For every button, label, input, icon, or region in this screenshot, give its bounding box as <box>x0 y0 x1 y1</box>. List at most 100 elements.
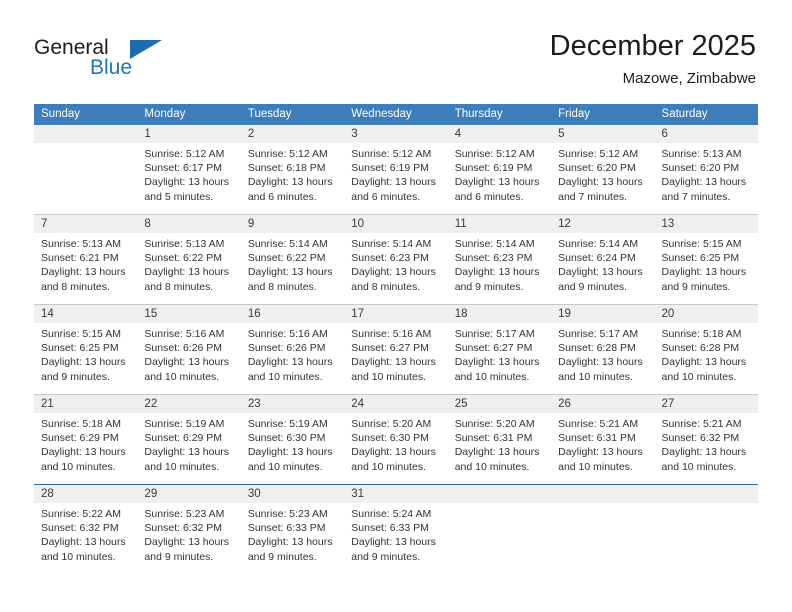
day-number[interactable]: 7 <box>34 215 138 233</box>
daylight-text-line2: and 10 minutes. <box>454 370 530 383</box>
sunrise-text: Sunrise: 5:14 AM <box>351 238 432 250</box>
day-number[interactable]: 23 <box>240 395 345 413</box>
day-number[interactable]: 22 <box>137 395 241 413</box>
sunset-text: Sunset: 6:32 PM <box>41 522 119 535</box>
daylight-text-line1: Daylight: 13 hours <box>247 266 333 279</box>
daylight-text-line1: Daylight: 13 hours <box>41 446 126 459</box>
day-number[interactable]: 30 <box>240 485 345 503</box>
day-number[interactable]: 4 <box>447 125 552 143</box>
day-number[interactable]: 10 <box>344 215 448 233</box>
sunrise-text: Sunrise: 5:16 AM <box>351 328 432 340</box>
daylight-text-line2: and 10 minutes. <box>661 460 737 473</box>
day-cell: Sunrise: 5:17 AM Sunset: 6:28 PM Dayligh… <box>551 323 654 394</box>
daylight-text-line2: and 6 minutes. <box>247 190 317 203</box>
day-number[interactable]: 5 <box>551 125 655 143</box>
sunset-text: Sunset: 6:29 PM <box>41 432 119 445</box>
day-number[interactable]: 29 <box>137 485 241 503</box>
sunrise-text: Sunrise: 5:21 AM <box>661 418 742 430</box>
week-daynumber-band: 7 8 9 10 11 12 13 <box>34 215 758 233</box>
day-number[interactable]: 27 <box>654 395 758 413</box>
day-cell: Sunrise: 5:13 AM Sunset: 6:21 PM Dayligh… <box>34 233 137 304</box>
day-number[interactable]: 24 <box>344 395 448 413</box>
day-cell: Sunrise: 5:17 AM Sunset: 6:27 PM Dayligh… <box>448 323 551 394</box>
day-cell: Sunrise: 5:21 AM Sunset: 6:32 PM Dayligh… <box>655 413 758 484</box>
sunrise-text: Sunrise: 5:20 AM <box>454 418 535 430</box>
sunset-text: Sunset: 6:24 PM <box>558 252 636 265</box>
day-number[interactable]: 6 <box>654 125 758 143</box>
daylight-text-line2: and 9 minutes. <box>247 550 317 563</box>
day-number[interactable]: 3 <box>344 125 448 143</box>
day-number[interactable]: 25 <box>447 395 552 413</box>
daylight-text-line2: and 10 minutes. <box>144 370 220 383</box>
sunrise-text: Sunrise: 5:13 AM <box>661 148 742 160</box>
sunset-text: Sunset: 6:32 PM <box>144 522 223 535</box>
day-number[interactable]: 2 <box>240 125 345 143</box>
general-blue-logo[interactable]: General Blue <box>34 36 214 88</box>
day-cell: Sunrise: 5:19 AM Sunset: 6:29 PM Dayligh… <box>137 413 240 484</box>
daylight-text-line1: Daylight: 13 hours <box>144 536 230 549</box>
daylight-text-line1: Daylight: 13 hours <box>351 266 436 279</box>
day-number[interactable]: 17 <box>344 305 448 323</box>
week-detail-band: Sunrise: 5:15 AM Sunset: 6:25 PM Dayligh… <box>34 323 758 394</box>
week-daynumber-band: 28 29 30 31 <box>34 485 758 503</box>
day-number[interactable]: 9 <box>240 215 345 233</box>
calendar-page: General Blue December 2025 Mazowe, Zimba… <box>0 0 792 612</box>
sunset-text: Sunset: 6:27 PM <box>454 342 533 355</box>
sunrise-text: Sunrise: 5:18 AM <box>661 328 742 340</box>
daylight-text-line2: and 9 minutes. <box>454 280 524 293</box>
day-number[interactable]: 15 <box>137 305 241 323</box>
daylight-text-line2: and 6 minutes. <box>351 190 421 203</box>
day-number[interactable]: 16 <box>240 305 345 323</box>
day-number[interactable]: 21 <box>34 395 138 413</box>
day-cell-empty <box>551 503 654 574</box>
sunset-text: Sunset: 6:18 PM <box>247 162 326 175</box>
day-number[interactable]: 8 <box>137 215 241 233</box>
calendar-grid: Sunday Monday Tuesday Wednesday Thursday… <box>34 104 758 574</box>
day-number[interactable]: 13 <box>654 215 758 233</box>
day-cell: Sunrise: 5:15 AM Sunset: 6:25 PM Dayligh… <box>655 233 758 304</box>
sunset-text: Sunset: 6:25 PM <box>661 252 740 265</box>
sunset-text: Sunset: 6:32 PM <box>661 432 740 445</box>
week-detail-band: Sunrise: 5:13 AM Sunset: 6:21 PM Dayligh… <box>34 233 758 304</box>
day-number[interactable]: 19 <box>551 305 655 323</box>
sunrise-text: Sunrise: 5:17 AM <box>558 328 639 340</box>
daylight-text-line2: and 7 minutes. <box>661 190 731 203</box>
weekday-header-saturday: Saturday <box>661 108 708 120</box>
day-cell: Sunrise: 5:20 AM Sunset: 6:31 PM Dayligh… <box>448 413 551 484</box>
day-number[interactable]: 31 <box>344 485 448 503</box>
day-number[interactable]: 14 <box>34 305 138 323</box>
day-number <box>551 485 654 503</box>
day-number[interactable]: 12 <box>551 215 655 233</box>
sunset-text: Sunset: 6:31 PM <box>558 432 636 445</box>
page-header: General Blue December 2025 Mazowe, Zimba… <box>0 0 792 100</box>
daylight-text-line1: Daylight: 13 hours <box>144 266 230 279</box>
day-cell: Sunrise: 5:13 AM Sunset: 6:22 PM Dayligh… <box>137 233 240 304</box>
week-daynumber-band: 14 15 16 17 18 19 20 <box>34 305 758 323</box>
weekday-header-sunday: Sunday <box>41 108 81 120</box>
day-number[interactable]: 11 <box>447 215 552 233</box>
day-cell: Sunrise: 5:22 AM Sunset: 6:32 PM Dayligh… <box>34 503 137 574</box>
day-number[interactable]: 18 <box>447 305 552 323</box>
daylight-text-line2: and 10 minutes. <box>558 370 633 383</box>
daylight-text-line2: and 8 minutes. <box>41 280 110 293</box>
sunset-text: Sunset: 6:17 PM <box>144 162 223 175</box>
sunset-text: Sunset: 6:19 PM <box>351 162 429 175</box>
sunrise-text: Sunrise: 5:14 AM <box>454 238 535 250</box>
daylight-text-line2: and 10 minutes. <box>41 460 116 473</box>
sunset-text: Sunset: 6:33 PM <box>351 522 429 535</box>
daylight-text-line2: and 10 minutes. <box>661 370 737 383</box>
day-number <box>655 485 758 503</box>
daylight-text-line2: and 8 minutes. <box>247 280 317 293</box>
sunset-text: Sunset: 6:31 PM <box>454 432 533 445</box>
day-cell: Sunrise: 5:12 AM Sunset: 6:18 PM Dayligh… <box>241 143 344 214</box>
daylight-text-line2: and 9 minutes. <box>661 280 731 293</box>
blue-triangle-flag-icon <box>130 40 162 59</box>
day-number[interactable]: 20 <box>654 305 758 323</box>
day-number[interactable]: 28 <box>34 485 138 503</box>
daylight-text-line2: and 9 minutes. <box>41 370 110 383</box>
day-cell: Sunrise: 5:16 AM Sunset: 6:26 PM Dayligh… <box>137 323 240 394</box>
day-number[interactable]: 26 <box>551 395 655 413</box>
sunrise-text: Sunrise: 5:17 AM <box>454 328 535 340</box>
day-cell: Sunrise: 5:16 AM Sunset: 6:26 PM Dayligh… <box>241 323 344 394</box>
day-number[interactable]: 1 <box>137 125 241 143</box>
